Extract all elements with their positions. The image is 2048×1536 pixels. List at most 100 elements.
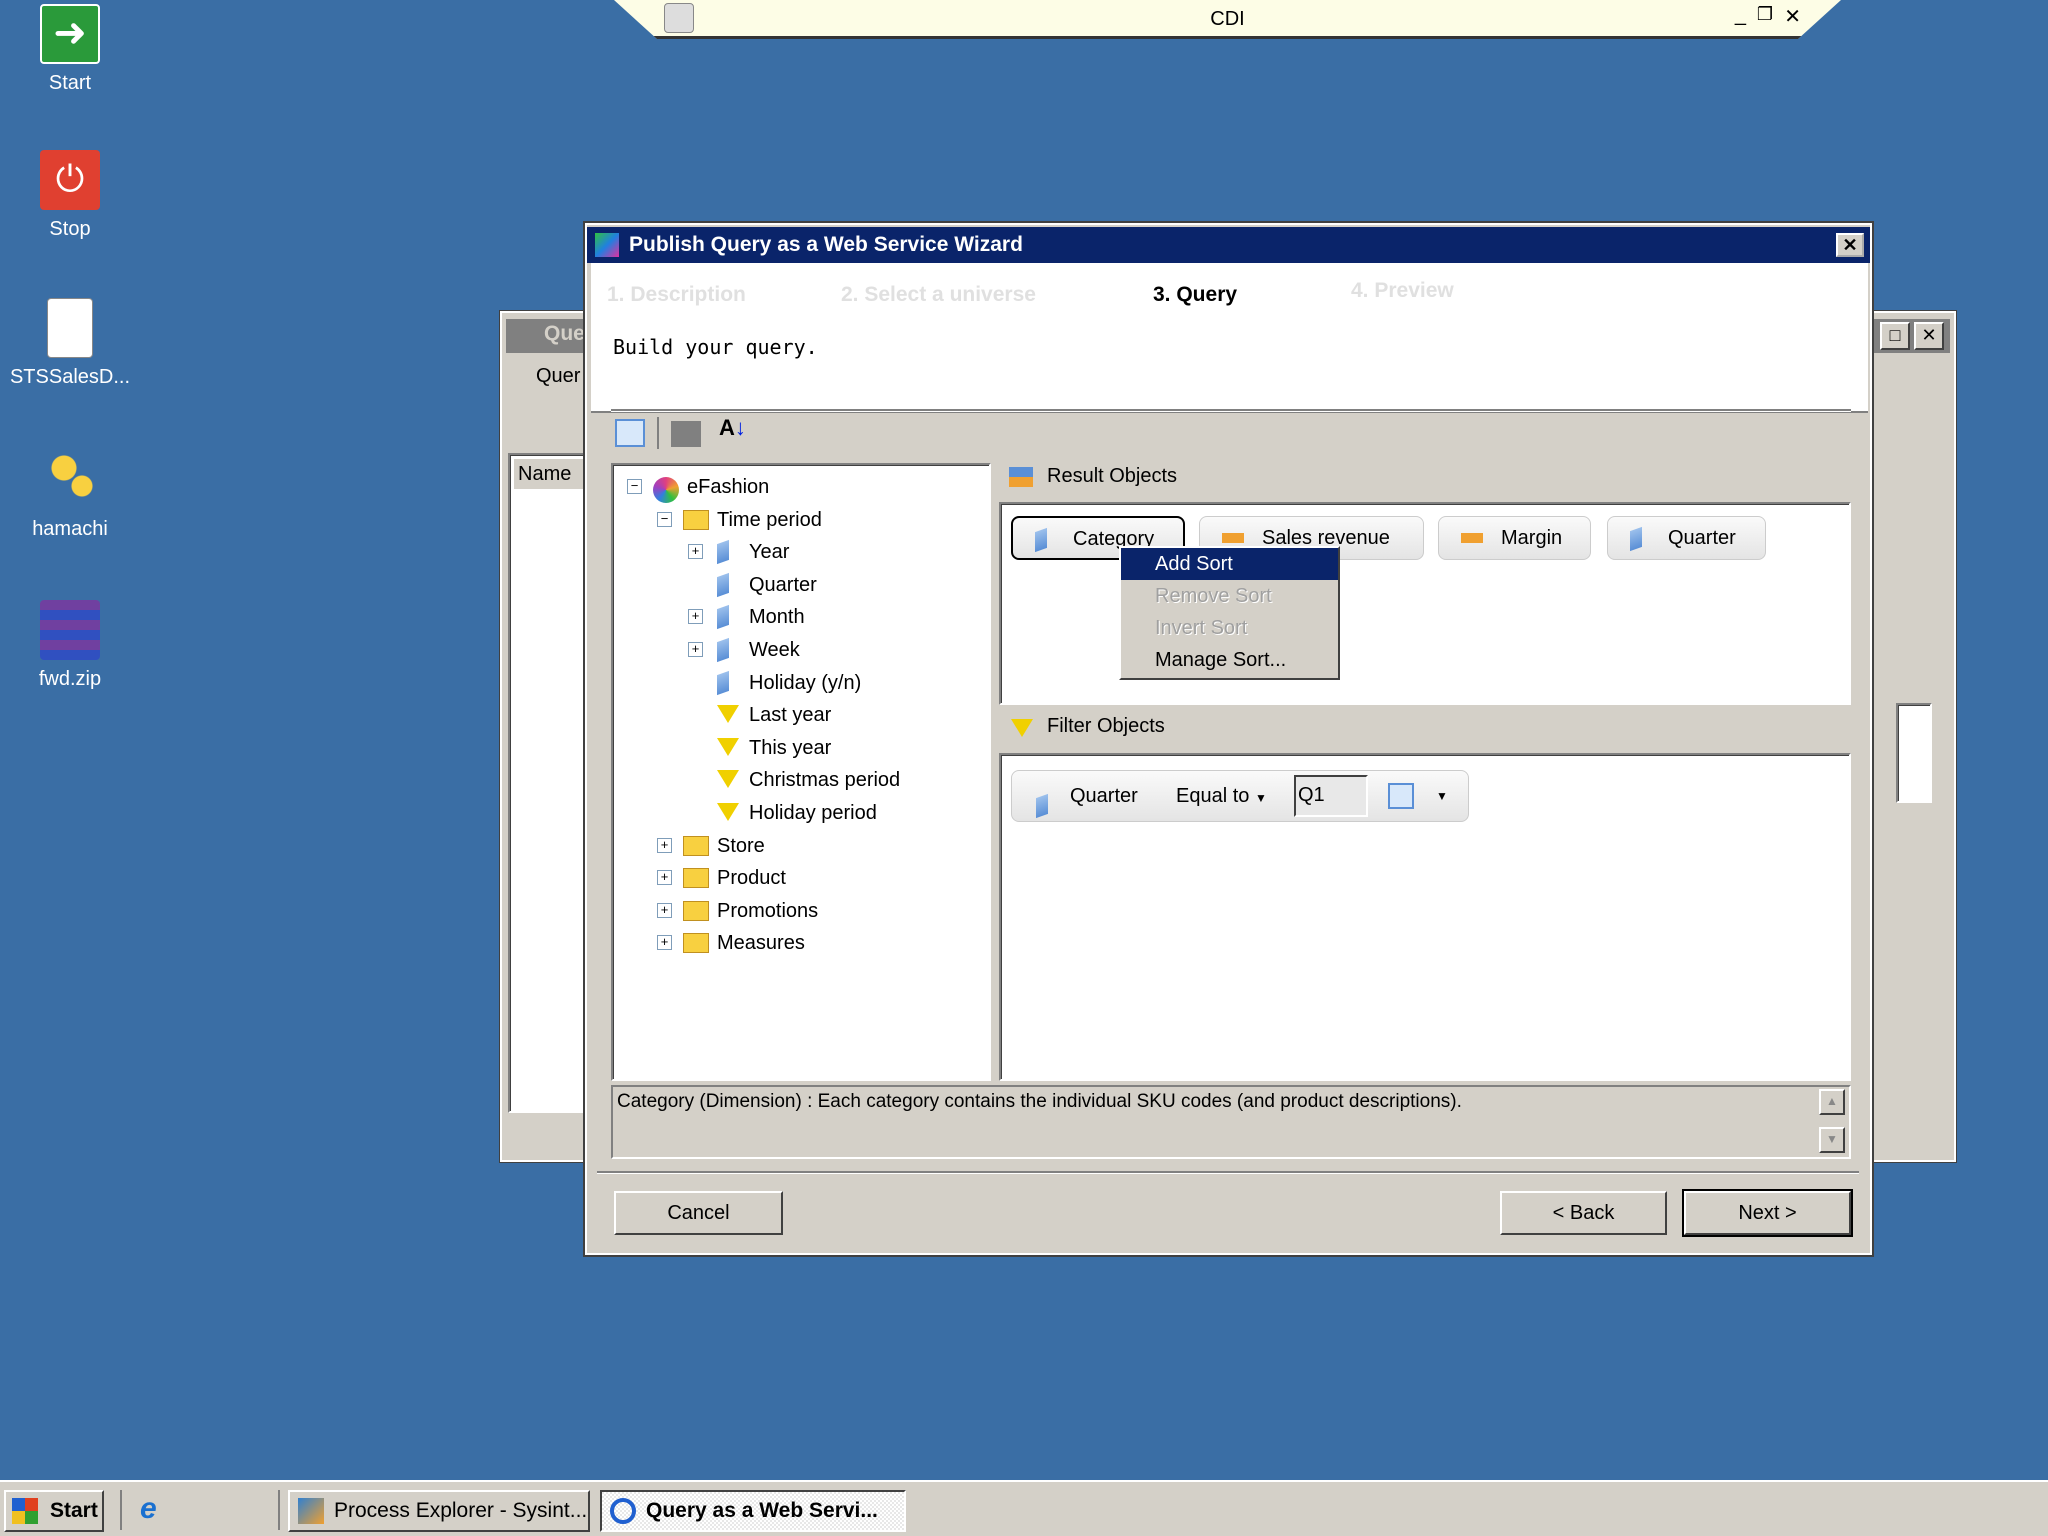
background-scrollbar[interactable] [1896, 703, 1932, 803]
collapse-icon[interactable]: − [627, 479, 642, 494]
dimension-icon [1630, 526, 1642, 552]
tree-item[interactable]: + Store [613, 830, 983, 862]
icon-label: STSSalesD... [9, 366, 131, 388]
folder-icon [683, 509, 709, 530]
tree-icon-wrap [717, 637, 729, 663]
tree-item[interactable]: Holiday (y/n) [613, 667, 983, 699]
universe-tree[interactable]: − eFashion − Time period + Year Quarter + Month +… [611, 463, 991, 1081]
tree-icon-wrap [717, 705, 739, 724]
object-description: Category (Dimension) : Each category con… [611, 1085, 1851, 1159]
tree-item[interactable]: − eFashion [613, 471, 983, 503]
tree-item[interactable]: + Month [613, 601, 983, 633]
close-button[interactable]: ✕ [1836, 233, 1864, 257]
taskbar-separator [120, 1490, 122, 1530]
desktop-icon-fwd-zip[interactable]: fwd.zip [0, 600, 140, 691]
start-button[interactable]: Start [4, 1490, 104, 1532]
next-button[interactable]: Next > [1682, 1189, 1853, 1237]
sort-az-icon[interactable]: A↓ [719, 415, 746, 441]
query-properties-icon[interactable] [615, 419, 645, 447]
folder-icon [683, 835, 709, 856]
tree-item-label: Time period [717, 508, 822, 531]
expand-icon[interactable]: + [688, 642, 703, 657]
measure-icon [1461, 533, 1483, 543]
close-icon[interactable]: ✕ [1914, 322, 1944, 350]
tree-icon-wrap [683, 868, 709, 889]
tree-item-label: Store [717, 834, 765, 857]
tree-item[interactable]: Quarter [613, 569, 983, 601]
tree-item[interactable]: Last year [613, 699, 983, 731]
menu-item-manage-sort[interactable]: Manage Sort... [1121, 644, 1338, 676]
cancel-button[interactable]: Cancel [614, 1191, 783, 1235]
power-icon: ⏻ [40, 150, 100, 210]
collapse-icon[interactable]: − [657, 511, 672, 527]
result-objects-icon [1009, 467, 1033, 487]
tree-item-label: Christmas period [749, 769, 901, 792]
result-object-chip[interactable]: Quarter [1607, 516, 1766, 560]
expand-icon[interactable]: + [657, 902, 672, 918]
tree-item[interactable]: − Time period [613, 504, 983, 536]
divider [597, 1171, 1859, 1174]
tree-item[interactable]: This year [613, 732, 983, 764]
filter-icon [717, 737, 739, 756]
filter-objects-pane[interactable]: Quarter Equal to ▼ Q1 ▼ [999, 753, 1851, 1081]
tree-item[interactable]: Christmas period [613, 764, 983, 796]
chevron-down-icon[interactable]: ▼ [1436, 771, 1448, 821]
dimension-icon [717, 572, 729, 597]
menu-item-invert-sort: Invert Sort [1155, 617, 1248, 639]
tree-item[interactable]: + Promotions [613, 895, 983, 927]
expand-icon[interactable]: + [688, 609, 703, 625]
taskbar-item-label: Process Explorer - Sysint... [334, 1499, 588, 1522]
value-picker-icon[interactable] [1388, 783, 1414, 809]
desktop-icon-stop[interactable]: ⏻ Stop [0, 150, 140, 241]
tree-item-label: Week [749, 639, 800, 661]
result-object-chip[interactable]: Margin [1438, 516, 1591, 560]
chip-icon-wrap [1035, 527, 1047, 553]
dimension-icon [717, 637, 729, 663]
tree-item[interactable]: + Measures [613, 927, 983, 959]
menu-query[interactable]: Quer [536, 365, 580, 388]
menu-item-add-sort[interactable]: Add Sort [1121, 548, 1338, 580]
filter-objects-icon [1011, 719, 1033, 743]
chip-icon-wrap [1461, 533, 1483, 543]
document-icon [47, 298, 93, 358]
operator-dropdown[interactable]: Equal to ▼ [1176, 771, 1267, 823]
restore-icon[interactable]: ❐ [1757, 4, 1773, 25]
tree-item[interactable]: + Week [613, 634, 983, 666]
expand-icon[interactable]: + [657, 935, 672, 951]
desktop-icon-sts[interactable]: STSSalesD... [0, 298, 140, 389]
universe-icon [653, 477, 679, 503]
expand-icon[interactable]: + [657, 837, 672, 853]
divider [611, 409, 1851, 412]
desktop-icon-start[interactable]: ➜ Start [0, 4, 140, 95]
desktop-icon-hamachi[interactable]: hamachi [0, 450, 140, 541]
tree-item-label: Holiday (y/n) [749, 671, 862, 694]
tree-item-label: Year [749, 541, 790, 564]
back-button[interactable]: < Back [1500, 1191, 1667, 1235]
maximize-icon[interactable]: □ [1880, 322, 1910, 350]
archive-icon [40, 600, 100, 660]
dimension-icon [717, 605, 729, 630]
tree-item[interactable]: + Product [613, 862, 983, 894]
expand-icon[interactable]: + [688, 544, 703, 560]
publish-wizard-dialog: Publish Query as a Web Service Wizard ✕ … [583, 221, 1874, 1257]
taskbar-item-query-web-service[interactable]: Query as a Web Servi... [600, 1490, 906, 1532]
tree-icon-wrap [683, 933, 709, 954]
scroll-up-button[interactable]: ▲ [1819, 1089, 1845, 1115]
scroll-down-button[interactable]: ▼ [1819, 1127, 1845, 1153]
filter-objects-label: Filter Objects [1047, 715, 1165, 737]
tree-item[interactable]: Holiday period [613, 797, 983, 829]
tree-item[interactable]: + Year [613, 536, 983, 568]
toolbar-separator [657, 417, 659, 449]
filter-object: Quarter [1070, 785, 1138, 807]
hamachi-icon [40, 450, 100, 510]
minimize-icon[interactable]: _ [1735, 4, 1746, 27]
filter-value-input[interactable]: Q1 [1294, 775, 1368, 817]
taskbar-item-process-explorer[interactable]: Process Explorer - Sysint... [288, 1490, 590, 1532]
comment-icon[interactable] [671, 421, 701, 447]
cdi-remote-bar: CDI _ ❐ ✕ [614, 0, 1841, 39]
expand-icon[interactable]: + [657, 870, 672, 886]
internet-explorer-icon[interactable]: e [140, 1492, 157, 1526]
close-icon[interactable]: ✕ [1784, 4, 1801, 29]
icon-label: hamachi [32, 518, 108, 540]
tree-item-label: Quarter [749, 573, 817, 596]
